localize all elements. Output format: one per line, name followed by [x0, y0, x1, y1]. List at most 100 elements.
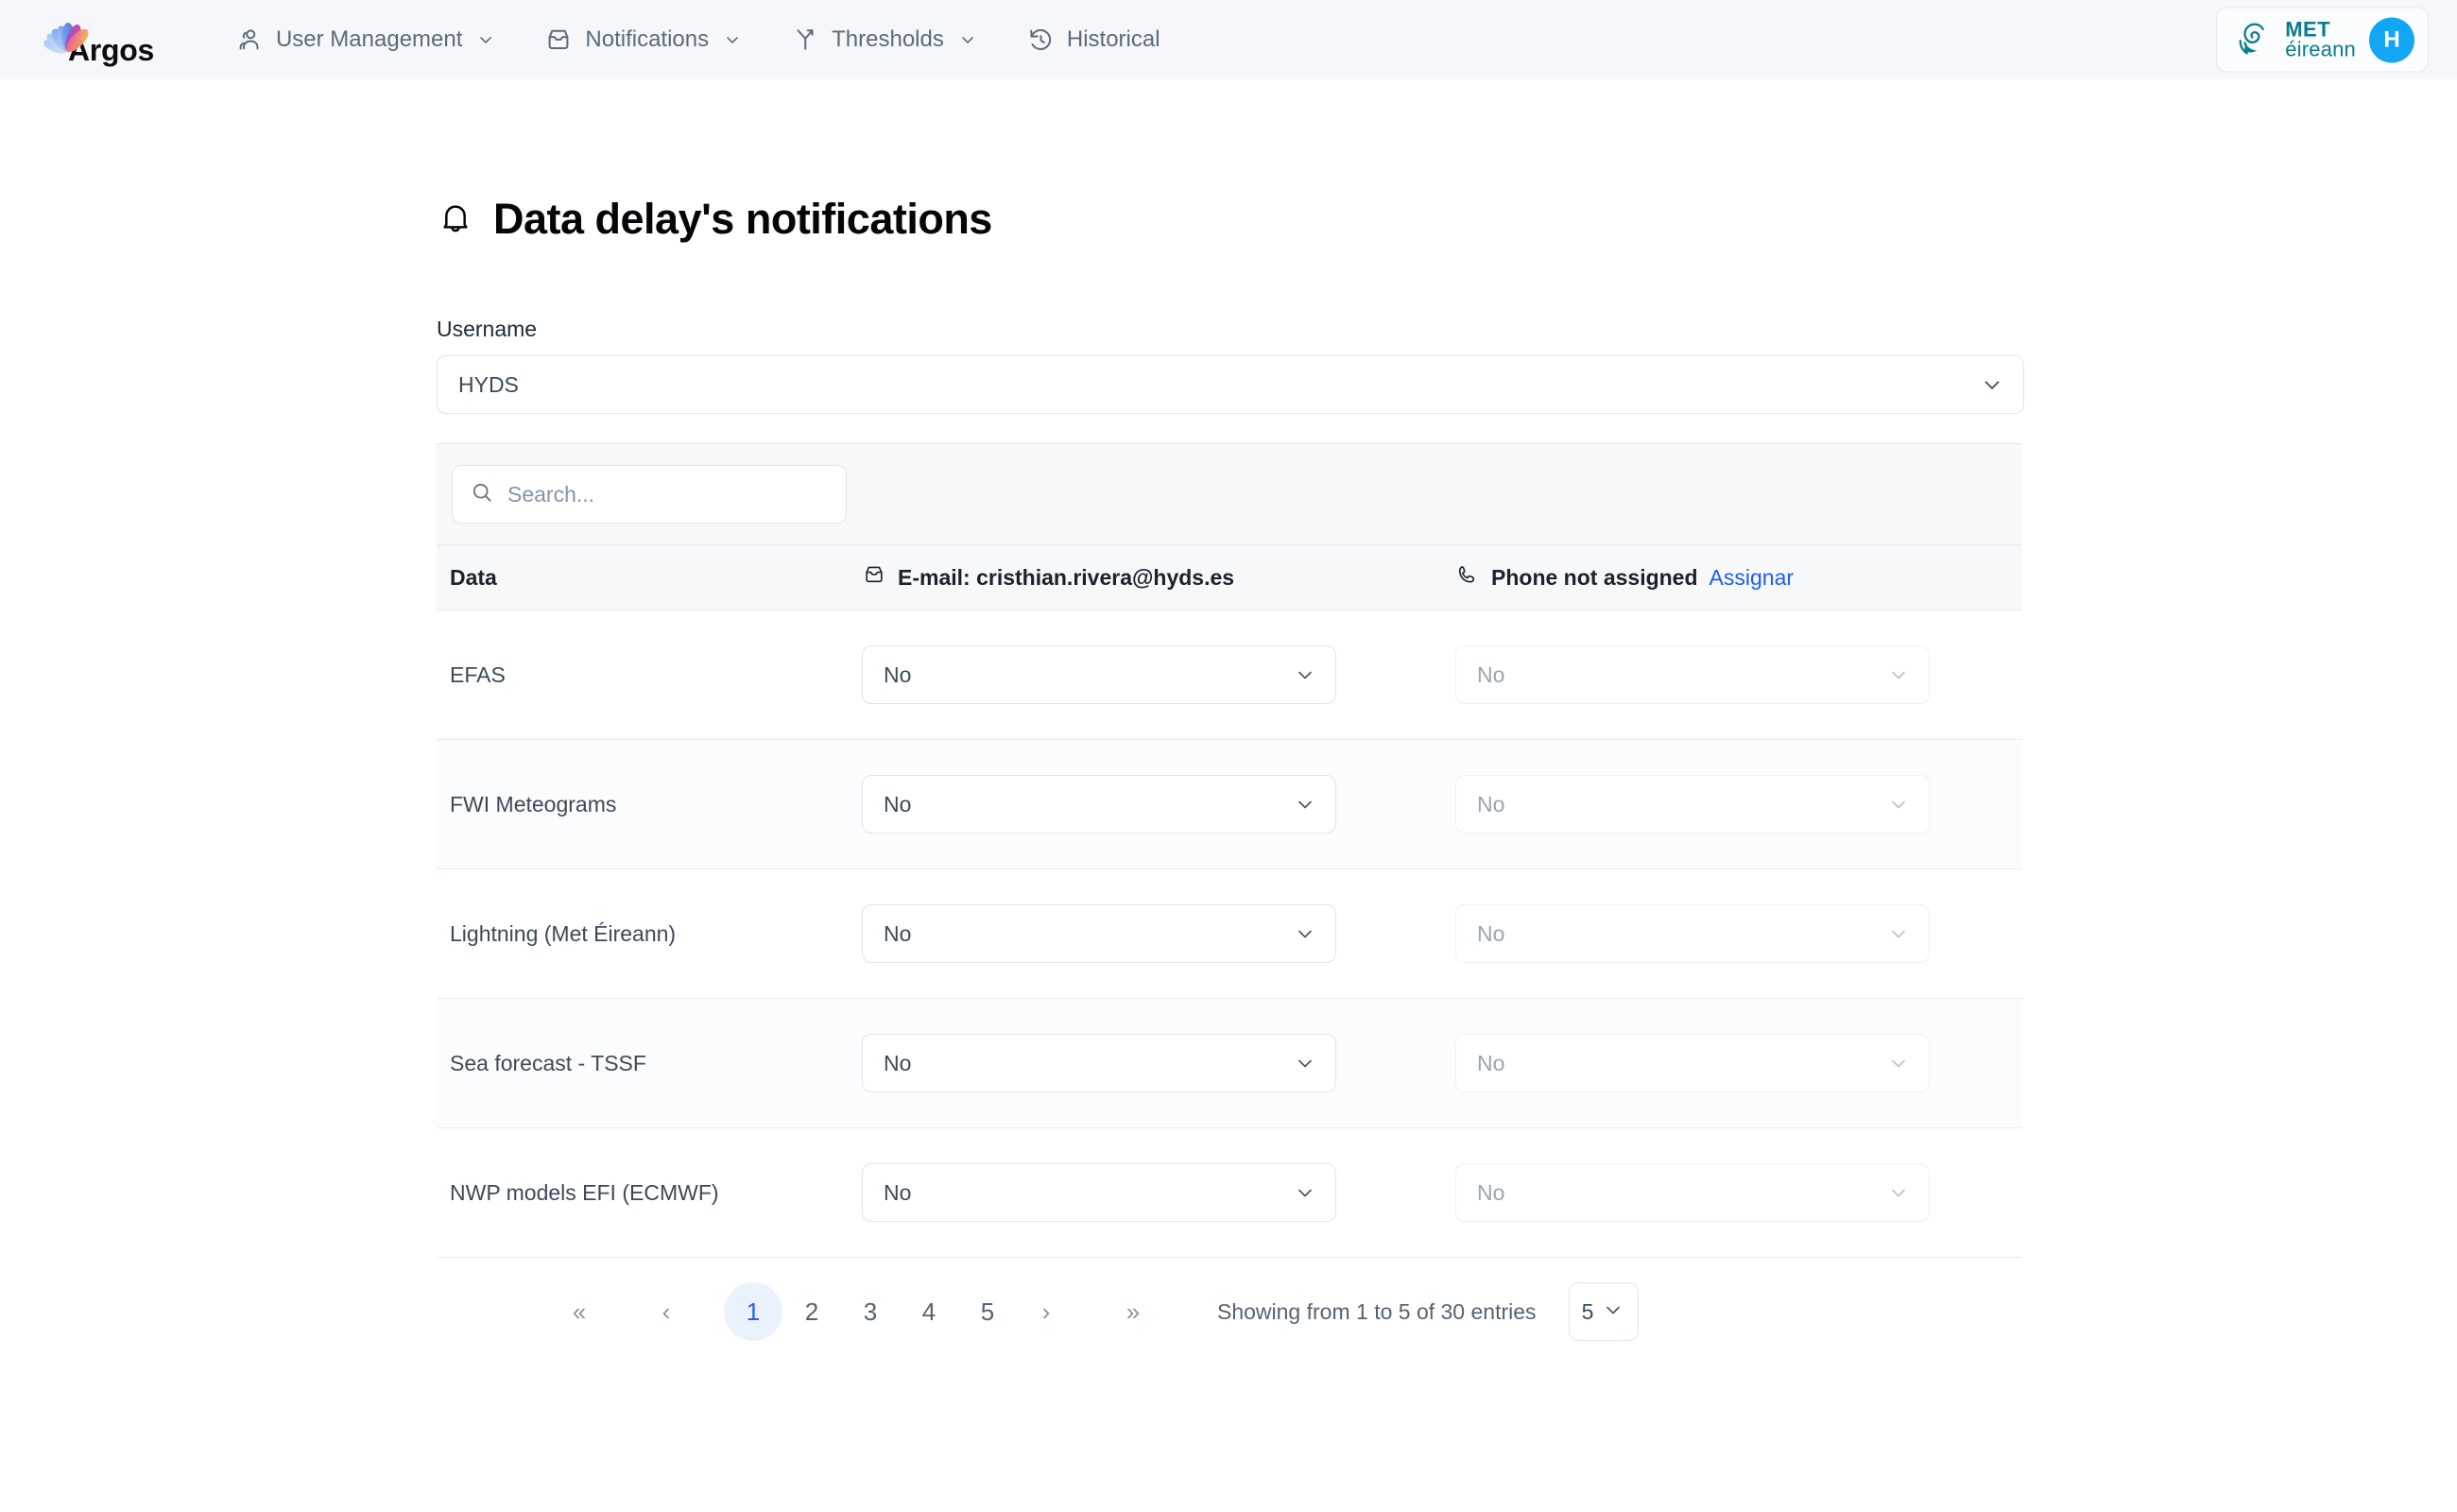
column-header-email-label: E-mail: cristhian.rivera@hyds.es: [898, 564, 1235, 590]
table-row: EFAS No No: [437, 610, 2022, 740]
nav-item-label: Historical: [1066, 26, 1160, 52]
phone-icon: [1455, 562, 1480, 593]
pagination-first-button[interactable]: «: [550, 1282, 609, 1341]
pagination-next-button[interactable]: ›: [1017, 1282, 1075, 1341]
met-eireann-wordmark: MET éireann: [2285, 19, 2356, 59]
phone-notify-select: No: [1455, 904, 1930, 963]
page-title: Data delay's notifications: [437, 195, 2024, 244]
pagination-prev-button[interactable]: ‹: [637, 1282, 696, 1341]
chevron-down-icon: [1887, 922, 1910, 945]
phone-notify-select: No: [1455, 1034, 1930, 1092]
cell-phone: No: [1455, 739, 2022, 869]
pagination-page-3[interactable]: 3: [841, 1282, 900, 1341]
search-input[interactable]: [507, 481, 829, 507]
email-notify-select[interactable]: No: [862, 775, 1336, 833]
cell-email: No: [862, 868, 1455, 999]
pagination-showing-text: Showing from 1 to 5 of 30 entries: [1217, 1298, 1537, 1324]
phone-notify-value: No: [1477, 920, 1505, 946]
chevron-down-icon[interactable]: [1294, 922, 1316, 945]
chevron-down-icon: [1887, 1181, 1910, 1204]
pagination-page-4[interactable]: 4: [900, 1282, 958, 1341]
pagination-page-5[interactable]: 5: [958, 1282, 1017, 1341]
search-field[interactable]: [452, 465, 847, 524]
cell-email: No: [862, 739, 1455, 869]
notifications-table: Data E-mail: cristhian.rivera@hyds.es Ph…: [437, 544, 2022, 1258]
nav-item-thresholds[interactable]: Thresholds: [766, 16, 1002, 63]
inbox-icon: [862, 562, 886, 593]
cell-phone: No: [1455, 868, 2022, 999]
email-notify-select[interactable]: No: [862, 1034, 1336, 1092]
table-row: NWP models EFI (ECMWF) No No: [437, 1127, 2022, 1258]
nav-item-label: Notifications: [585, 26, 710, 52]
pagination-last-button[interactable]: »: [1104, 1282, 1162, 1341]
phone-notify-select: No: [1455, 1163, 1930, 1222]
pagination: « ‹ 1 2 3 4 5 › » Showing from 1 to 5 of…: [437, 1258, 2022, 1341]
pagination-page-2[interactable]: 2: [782, 1282, 841, 1341]
cell-data: Sea forecast - TSSF: [437, 998, 862, 1128]
email-notify-value: No: [884, 662, 912, 687]
assign-phone-link[interactable]: Assignar: [1710, 565, 1794, 591]
met-eireann-spiral-icon: [2234, 16, 2277, 64]
content-container: Data delay's notifications Username HYDS: [437, 195, 2024, 1341]
email-notify-select[interactable]: No: [862, 1163, 1336, 1222]
chevron-down-icon: [1887, 793, 1910, 816]
cell-data: Lightning (Met Éireann): [437, 868, 862, 999]
chevron-down-icon: [1887, 663, 1910, 686]
cell-phone: No: [1455, 998, 2022, 1128]
page-size-value: 5: [1581, 1298, 1594, 1324]
brand-logo[interactable]: Argos: [42, 12, 154, 67]
phone-notify-value: No: [1477, 1050, 1505, 1075]
nav-item-label: User Management: [275, 26, 463, 52]
username-label: Username: [437, 317, 538, 341]
table-header-row: Data E-mail: cristhian.rivera@hyds.es Ph…: [437, 544, 2022, 610]
avatar[interactable]: H: [2369, 17, 2414, 62]
cell-phone: No: [1455, 610, 2022, 740]
chevron-down-icon[interactable]: [1294, 793, 1316, 816]
top-navbar: Argos User Management Notifications Thre…: [0, 0, 2457, 79]
table-row: Lightning (Met Éireann) No No: [437, 868, 2022, 999]
argos-flower-icon: [42, 12, 96, 67]
page-body: Data delay's notifications Username HYDS: [0, 195, 2457, 1341]
nav-item-notifications[interactable]: Notifications: [520, 16, 766, 63]
table-head: Data E-mail: cristhian.rivera@hyds.es Ph…: [437, 544, 2022, 610]
chevron-down-icon[interactable]: [723, 30, 742, 49]
cell-email: No: [862, 1127, 1455, 1258]
pagination-page-1[interactable]: 1: [724, 1282, 782, 1341]
search-icon: [470, 480, 494, 509]
email-notify-value: No: [884, 1050, 912, 1075]
chevron-down-icon[interactable]: [476, 30, 495, 49]
phone-notify-value: No: [1477, 1179, 1505, 1205]
nav-item-label: Thresholds: [832, 26, 944, 52]
chevron-down-icon[interactable]: [1602, 1298, 1624, 1326]
email-notify-select[interactable]: No: [862, 904, 1336, 963]
username-select[interactable]: HYDS: [437, 355, 2024, 414]
cell-data: NWP models EFI (ECMWF): [437, 1127, 862, 1258]
column-header-data-label: Data: [450, 564, 497, 590]
page-size-select[interactable]: 5: [1568, 1282, 1639, 1341]
table-row: FWI Meteograms No No: [437, 739, 2022, 869]
page-title-text: Data delay's notifications: [493, 195, 992, 243]
email-notify-select[interactable]: No: [862, 645, 1336, 704]
column-header-data: Data: [437, 544, 862, 610]
filter-split-icon: [791, 26, 819, 54]
nav-item-historical[interactable]: Historical: [1002, 16, 1185, 63]
users-icon: [235, 26, 264, 54]
chevron-down-icon[interactable]: [1294, 663, 1316, 686]
username-select-value: HYDS: [458, 371, 519, 397]
chevron-down-icon[interactable]: [958, 30, 977, 49]
chevron-down-icon: [1887, 1052, 1910, 1074]
phone-notify-value: No: [1477, 791, 1505, 816]
nav-item-user-management[interactable]: User Management: [211, 16, 520, 63]
email-notify-value: No: [884, 1179, 912, 1205]
table-body: EFAS No No FWI Meteograms No No Lightnin…: [437, 610, 2022, 1258]
phone-notify-select: No: [1455, 645, 1930, 704]
phone-notify-value: No: [1477, 662, 1505, 687]
chevron-down-icon[interactable]: [1980, 372, 2004, 397]
column-header-phone-label: Phone not assigned: [1491, 564, 1698, 590]
chevron-down-icon[interactable]: [1294, 1181, 1316, 1204]
chevron-down-icon[interactable]: [1294, 1052, 1316, 1074]
column-header-phone: Phone not assigned Assignar: [1455, 544, 2022, 610]
bell-icon: [437, 198, 474, 241]
inbox-icon: [544, 26, 573, 54]
cell-data: EFAS: [437, 610, 862, 740]
